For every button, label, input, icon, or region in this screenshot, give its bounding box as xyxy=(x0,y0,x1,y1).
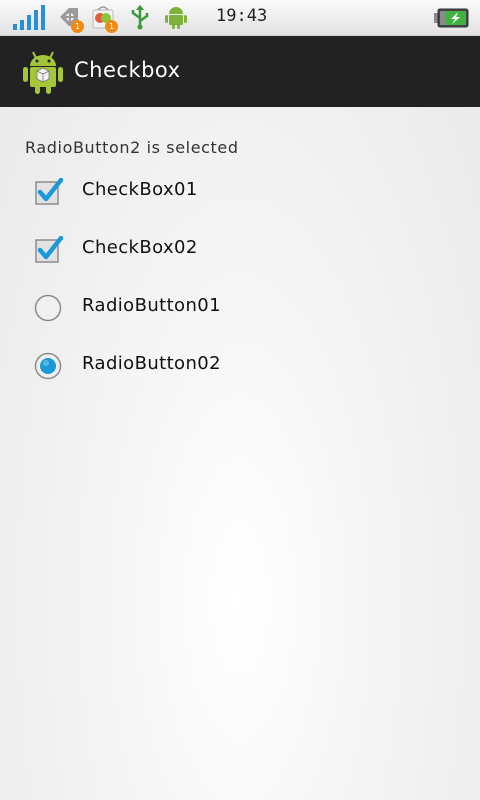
checkbox-01-label: CheckBox01 xyxy=(82,179,198,200)
app-title: Checkbox xyxy=(74,58,181,82)
checkbox-02[interactable] xyxy=(34,235,64,264)
android-debug-icon xyxy=(164,4,188,32)
radio-button-01[interactable] xyxy=(34,294,62,322)
action-bar: Checkbox xyxy=(0,36,480,107)
status-bar: 1 1 19:43 xyxy=(0,0,480,36)
notification-icon[interactable]: 1 xyxy=(56,4,84,33)
android-app-icon xyxy=(22,48,64,98)
checkbox-02-label: CheckBox02 xyxy=(82,237,198,258)
radio-01-row[interactable]: RadioButton01 xyxy=(22,282,462,334)
usb-icon xyxy=(128,4,152,32)
radio-02-row[interactable]: RadioButton02 xyxy=(22,340,462,392)
notification-badge: 1 xyxy=(71,20,84,33)
status-clock: 19:43 xyxy=(216,6,268,26)
selection-status-text: RadioButton2 is selected xyxy=(25,138,239,157)
market-badge: 1 xyxy=(105,20,118,33)
market-icon[interactable]: 1 xyxy=(90,4,118,33)
checkbox-01[interactable] xyxy=(34,177,64,206)
radio-02-label: RadioButton02 xyxy=(82,353,221,374)
battery-charging-icon xyxy=(434,8,470,36)
checkbox-02-row[interactable]: CheckBox02 xyxy=(22,224,462,276)
radio-button-02[interactable] xyxy=(34,352,62,380)
radio-01-label: RadioButton01 xyxy=(82,295,221,316)
signal-icon xyxy=(12,4,46,32)
checkbox-01-row[interactable]: CheckBox01 xyxy=(22,166,462,218)
